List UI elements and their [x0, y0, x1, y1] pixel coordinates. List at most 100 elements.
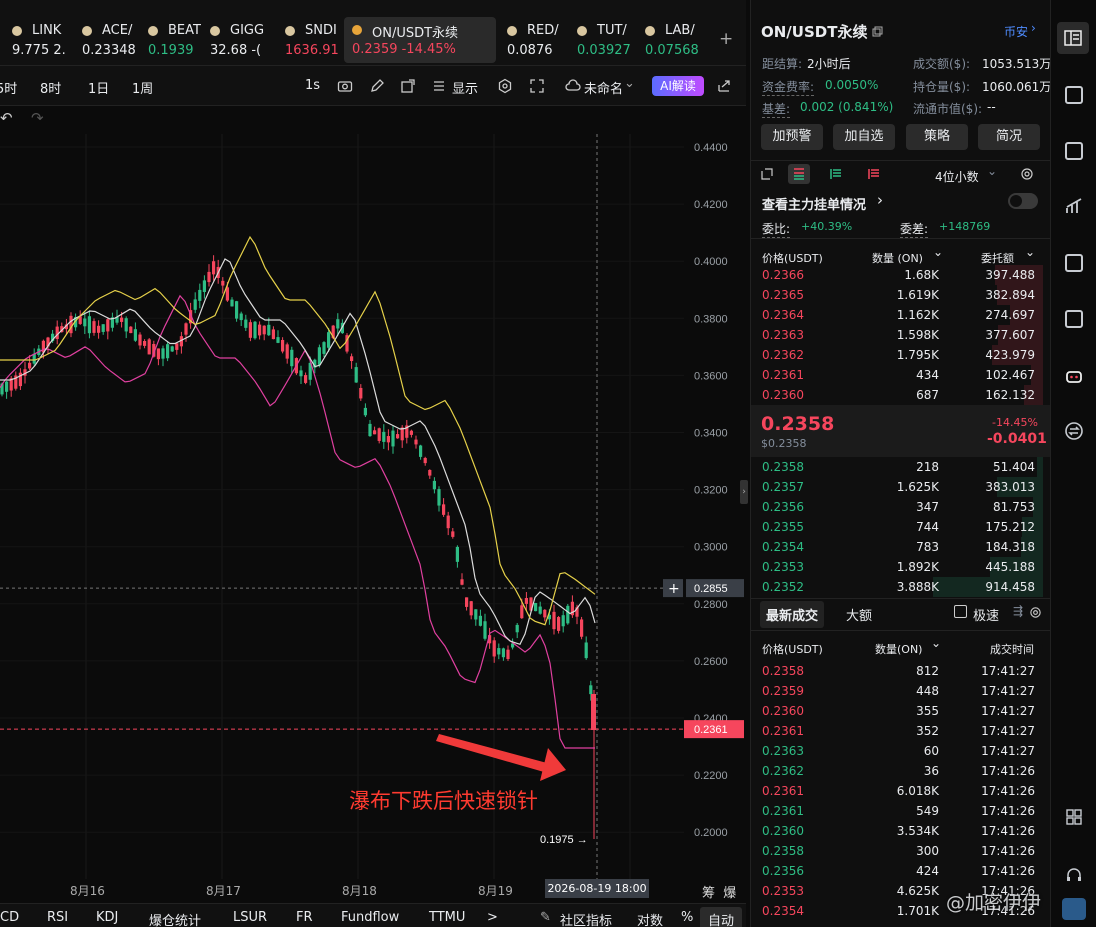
grid-icon[interactable]: [1065, 808, 1083, 826]
ob-mode-bids-icon[interactable]: [829, 167, 843, 181]
last-price-label: 0.2361: [694, 724, 728, 736]
trades-qty-header[interactable]: 数量(ON): [875, 641, 922, 657]
add-tab-button[interactable]: +: [719, 29, 733, 49]
redo-icon[interactable]: ↷: [31, 109, 44, 127]
interval-1s[interactable]: 1s: [305, 78, 320, 93]
oi-label: 持仓量($):: [913, 80, 971, 94]
ticker-tab-5[interactable]: ON/USDT永续 0.2359 -14.45%: [344, 17, 496, 63]
main-orders-toggle[interactable]: [1008, 193, 1038, 209]
indicator-rsi[interactable]: RSI: [47, 910, 68, 925]
auto-toggle[interactable]: 自动: [700, 907, 743, 927]
ask-row[interactable]: 0.2364 1.162K 274.697: [751, 305, 1043, 325]
ob-amount-header[interactable]: 委托额: [981, 250, 1014, 266]
bid-row[interactable]: 0.2356 347 81.753: [751, 497, 1043, 517]
candle-body: [538, 606, 542, 614]
bid-row[interactable]: 0.2353 1.892K 445.188: [751, 557, 1043, 577]
ask-row[interactable]: 0.2366 1.68K 397.488: [751, 265, 1043, 285]
decimals-dropdown[interactable]: 4位小数: [935, 168, 979, 185]
log-toggle[interactable]: 对数: [637, 910, 663, 927]
interval-1w[interactable]: 1周: [132, 78, 153, 97]
ticker-tab-3[interactable]: GIGG 32.68 -(: [210, 18, 274, 64]
ask-row[interactable]: 0.2363 1.598K 377.607: [751, 325, 1043, 345]
external-icon[interactable]: [760, 167, 774, 181]
ob-mode-both[interactable]: [788, 164, 810, 184]
add-watchlist-button[interactable]: 加自选: [833, 124, 895, 150]
axis-tools[interactable]: 筹 爆: [702, 882, 736, 901]
bid-row[interactable]: 0.2358 218 51.404: [751, 457, 1043, 477]
ask-row[interactable]: 0.2360 687 162.132: [751, 385, 1043, 405]
interval-1d[interactable]: 1日: [88, 78, 109, 97]
fullscreen-icon[interactable]: [529, 78, 545, 94]
add-alert-button[interactable]: 加预警: [761, 124, 823, 150]
monitor-icon[interactable]: [1065, 254, 1083, 272]
indicator-kdj[interactable]: KDJ: [96, 910, 118, 925]
strategy-button[interactable]: 策略: [906, 124, 968, 150]
undo-icon[interactable]: ↶: [0, 109, 13, 127]
dollar-icon[interactable]: [1065, 142, 1083, 160]
bid-row[interactable]: 0.2354 783 184.318: [751, 537, 1043, 557]
ticker-tab-4[interactable]: SNDI 1636.91: [285, 18, 349, 64]
tab-big-trades[interactable]: 大额: [846, 605, 872, 624]
indicator-fundflow[interactable]: Fundflow: [341, 910, 399, 925]
pencil-icon[interactable]: [369, 78, 385, 94]
indicator-cd[interactable]: CD: [0, 910, 19, 925]
swap-icon[interactable]: [1064, 421, 1084, 441]
community-indicators[interactable]: 社区指标: [560, 910, 612, 927]
percent-toggle[interactable]: %: [681, 910, 693, 925]
indicator-liquidation[interactable]: 爆仓统计: [149, 910, 201, 927]
cloud-icon[interactable]: [565, 79, 581, 93]
ai-interpret-button[interactable]: AI解读: [652, 76, 704, 96]
tab-latest-trades[interactable]: 最新成交: [760, 601, 825, 628]
more-indicators[interactable]: >: [487, 910, 498, 925]
indicator-fr[interactable]: FR: [296, 910, 313, 925]
display-icon[interactable]: [431, 78, 447, 94]
layout-name-dropdown[interactable]: 未命名: [584, 78, 623, 97]
export-icon[interactable]: [716, 78, 732, 94]
trade-row: 0.2358 812 17:41:27: [751, 661, 1043, 681]
ask-row[interactable]: 0.2362 1.795K 423.979: [751, 345, 1043, 365]
candle-body: [506, 649, 510, 659]
gear-icon[interactable]: [1029, 606, 1042, 619]
trade-qty: 549: [916, 804, 939, 818]
indicator-lsur[interactable]: LSUR: [233, 910, 267, 925]
document-icon[interactable]: [1065, 86, 1083, 104]
fast-checkbox[interactable]: [954, 605, 967, 618]
ticker-tab-6[interactable]: RED/0.0876: [507, 18, 571, 64]
exchange-link[interactable]: 币安: [1004, 23, 1028, 40]
ticker-tab-1[interactable]: ACE/0.23348: [82, 18, 146, 64]
display-button[interactable]: 显示: [452, 78, 478, 97]
ob-qty-header[interactable]: 数量 (ON): [872, 250, 923, 266]
ticker-tab-2[interactable]: BEAT 0.1939: [148, 18, 212, 64]
avatar[interactable]: [1062, 898, 1086, 920]
ticker-tab-0[interactable]: LINK 9.775 2.: [12, 18, 76, 64]
candlestick-chart[interactable]: 0.4400 0.4200 0.4000 0.3800 0.3600 0.3400 0.32…: [0, 134, 746, 879]
orderbook-rail-icon[interactable]: [1057, 22, 1089, 54]
ask-row[interactable]: 0.2361 434 102.467: [751, 365, 1043, 385]
ob-qty: 1.68K: [904, 268, 939, 282]
ticker-tab-7[interactable]: TUT/0.03927: [577, 18, 641, 64]
gear-icon[interactable]: [1020, 167, 1034, 181]
robot-icon[interactable]: [1064, 366, 1084, 386]
growth-chart-icon[interactable]: [1064, 196, 1084, 216]
ob-mode-asks-icon[interactable]: [867, 167, 881, 181]
camera-icon[interactable]: [337, 78, 353, 94]
interval-8h[interactable]: 8时: [40, 78, 61, 97]
etf-icon[interactable]: [1065, 310, 1083, 328]
price-chart[interactable]: 0.4400 0.4200 0.4000 0.3800 0.3600 0.3400 0.32…: [0, 134, 746, 879]
headset-icon[interactable]: [1065, 866, 1083, 884]
interval-5h[interactable]: 5时: [0, 78, 17, 97]
trade-time: 17:41:26: [981, 804, 1035, 818]
ticker-tab-8[interactable]: LAB/0.07568: [645, 18, 709, 64]
overview-button[interactable]: 简况: [978, 124, 1040, 150]
ask-row[interactable]: 0.2365 1.619K 382.894: [751, 285, 1043, 305]
filter-icon[interactable]: ⇶: [1013, 604, 1023, 618]
share-icon[interactable]: [400, 78, 416, 94]
bid-row[interactable]: 0.2352 3.888K 914.458: [751, 577, 1043, 597]
indicator-ttmu[interactable]: TTMU: [429, 910, 465, 925]
bid-row[interactable]: 0.2357 1.625K 383.013: [751, 477, 1043, 497]
bid-row[interactable]: 0.2355 744 175.212: [751, 517, 1043, 537]
copy-icon[interactable]: [872, 26, 883, 37]
panel-collapse-handle[interactable]: ›: [740, 480, 748, 504]
settings-icon[interactable]: [497, 78, 513, 94]
main-orders-link[interactable]: 查看主力挂单情况: [762, 194, 866, 213]
